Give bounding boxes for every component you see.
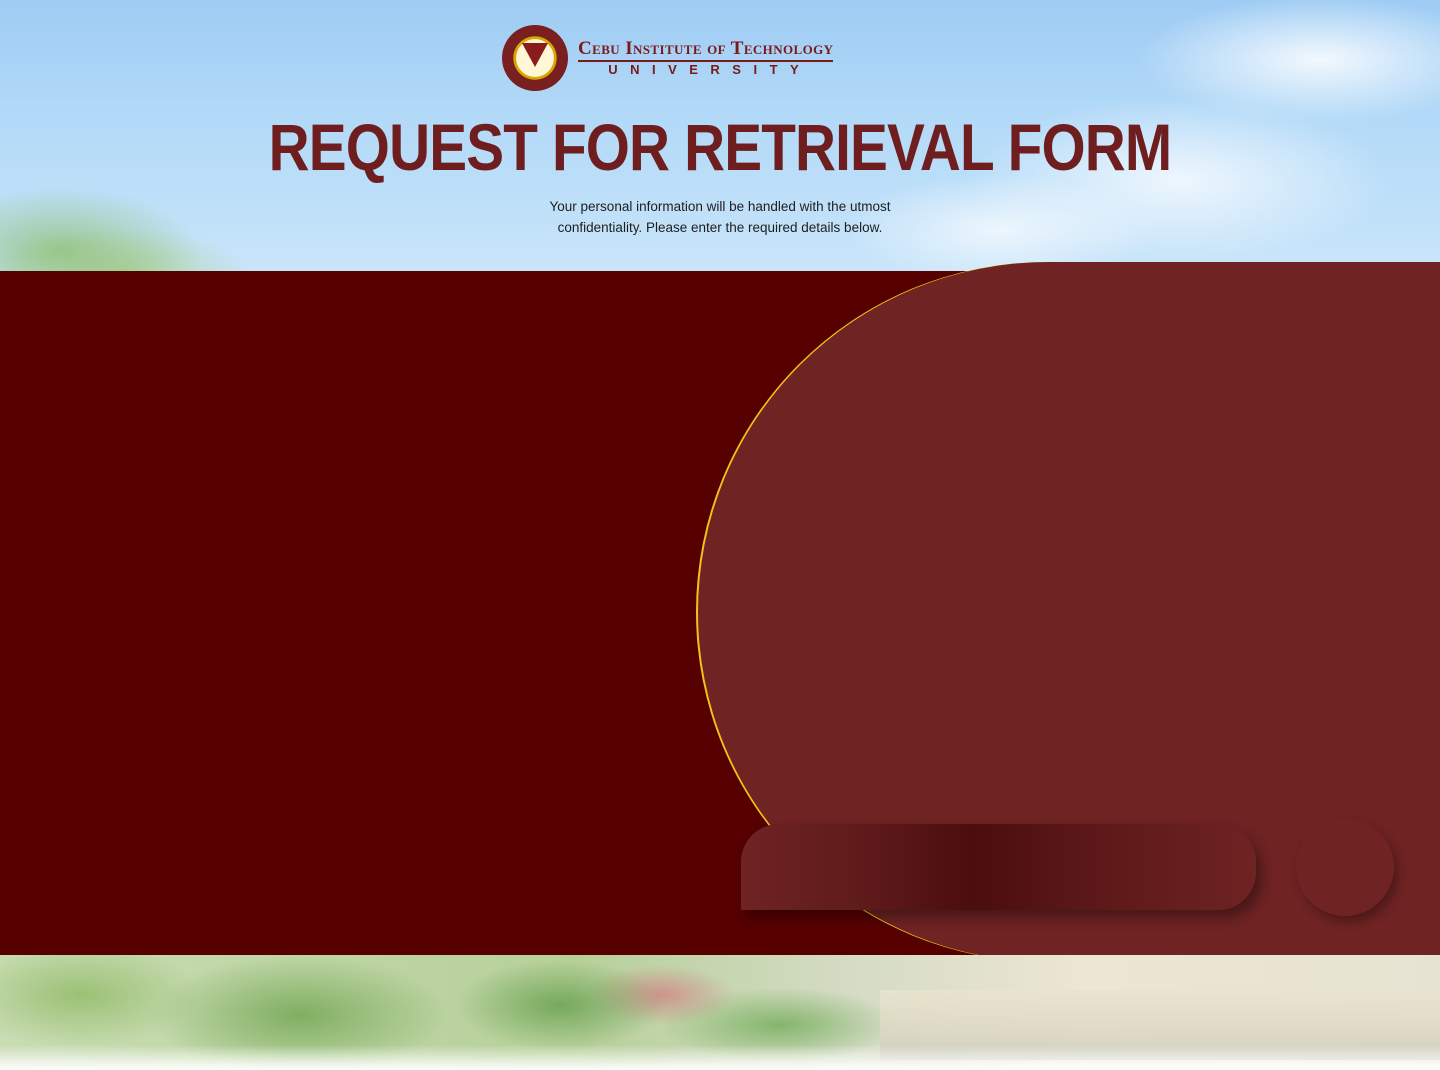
university-wordmark: Cebu Institute of Technology UNIVERSITY (578, 39, 834, 77)
institution-name: Cebu Institute of Technology (578, 39, 834, 62)
header: Cebu Institute of Technology UNIVERSITY … (0, 0, 1440, 270)
institution-subname: UNIVERSITY (608, 62, 812, 77)
page-title: REQUEST FOR RETRIEVAL FORM (268, 110, 1173, 184)
seal-emblem (522, 43, 548, 67)
bottom-fade (0, 1045, 1440, 1070)
page-subtitle: Your personal information will be handle… (549, 199, 891, 235)
page: Cebu Institute of Technology UNIVERSITY … (0, 0, 1440, 1070)
round-action-button[interactable] (1296, 818, 1394, 916)
university-seal-icon (502, 25, 568, 91)
submit-button[interactable] (741, 824, 1256, 910)
university-logo: Cebu Institute of Technology UNIVERSITY (502, 24, 834, 92)
